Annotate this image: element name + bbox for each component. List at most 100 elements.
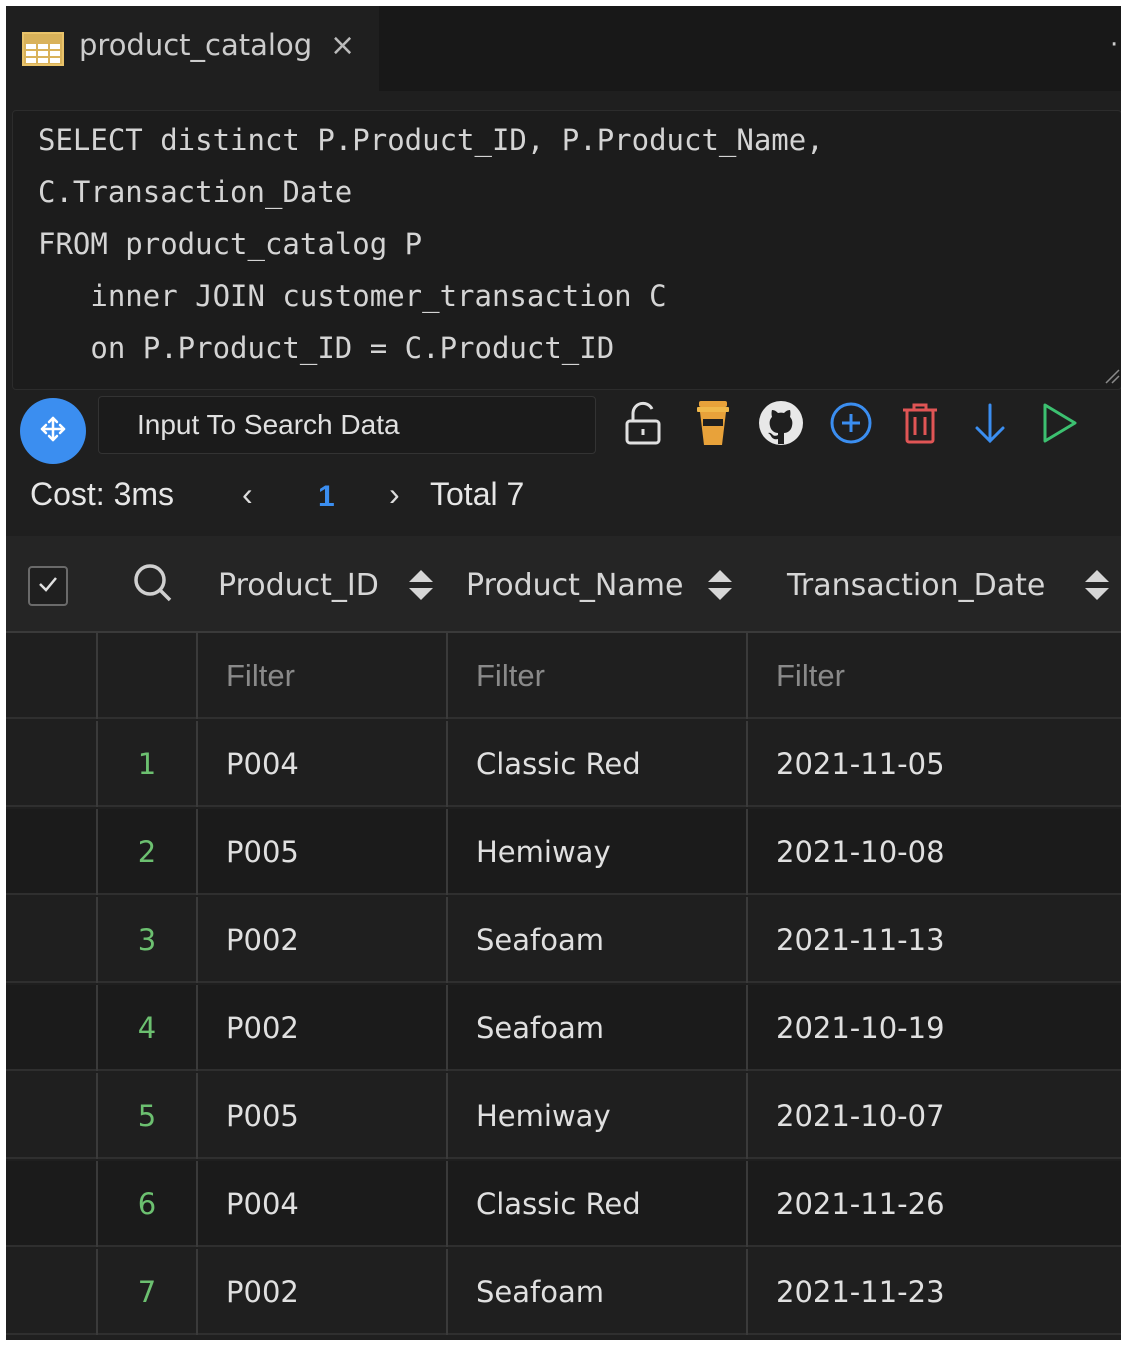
cell-product-id[interactable]: P005	[198, 809, 448, 895]
cell-product-id-text: P002	[226, 1275, 299, 1309]
sort-icon[interactable]	[1083, 568, 1111, 606]
move-button[interactable]	[20, 398, 86, 464]
sql-line: FROM product_catalog P	[38, 227, 423, 261]
github-button[interactable]	[756, 400, 806, 450]
table-row[interactable]: 3 P002 Seafoam 2021-11-13	[6, 897, 1121, 983]
filter-cell	[748, 633, 1121, 719]
cell-transaction-date-text: 2021-11-05	[776, 747, 945, 781]
unlock-icon	[623, 401, 663, 449]
cell-transaction-date-text: 2021-11-13	[776, 923, 945, 957]
cell-product-name-text: Hemiway	[476, 1099, 611, 1133]
cell-product-name[interactable]: Seafoam	[448, 897, 748, 983]
table-row[interactable]: 4 P002 Seafoam 2021-10-19	[6, 985, 1121, 1071]
filter-input-product-name[interactable]	[476, 633, 746, 719]
cell-product-name[interactable]: Classic Red	[448, 1161, 748, 1247]
cell-product-name[interactable]: Classic Red	[448, 721, 748, 807]
column-header-product-id[interactable]: Product_ID	[218, 568, 379, 603]
cell-product-name[interactable]: Hemiway	[448, 1073, 748, 1159]
coffee-icon	[695, 399, 731, 451]
cell-transaction-date-text: 2021-11-23	[776, 1275, 945, 1309]
cell-transaction-date[interactable]: 2021-10-07	[748, 1073, 1121, 1159]
cell-product-name[interactable]: Seafoam	[448, 985, 748, 1071]
query-cost: Cost: 3ms	[30, 476, 175, 512]
filter-input-transaction-date[interactable]	[776, 633, 1121, 719]
next-page-button[interactable]: ›	[389, 476, 400, 513]
table-row[interactable]: 1 P004 Classic Red 2021-11-05	[6, 721, 1121, 807]
sql-line: on P.Product_ID = C.Product_ID	[38, 331, 615, 365]
sql-line: SELECT distinct P.Product_ID, P.Product_…	[38, 123, 824, 157]
row-index[interactable]: 4	[98, 985, 198, 1071]
more-icon[interactable]: ·	[1110, 30, 1118, 60]
cell-transaction-date[interactable]: 2021-10-08	[748, 809, 1121, 895]
column-header-transaction-date[interactable]: Transaction_Date	[787, 568, 1045, 603]
column-header-product-name[interactable]: Product_Name	[466, 568, 683, 603]
row-index[interactable]: 3	[98, 897, 198, 983]
download-arrow-icon	[972, 401, 1008, 449]
tab-bar: product_catalog × ·	[6, 6, 1121, 91]
sort-icon[interactable]	[706, 568, 734, 606]
search-input[interactable]	[99, 397, 595, 453]
cell-transaction-date-text: 2021-10-08	[776, 835, 945, 869]
row-index[interactable]: 6	[98, 1161, 198, 1247]
row-gutter	[6, 1073, 98, 1159]
table-row[interactable]: 5 P005 Hemiway 2021-10-07	[6, 1073, 1121, 1159]
search-box	[98, 396, 596, 454]
sql-editor[interactable]: SELECT distinct P.Product_ID, P.Product_…	[12, 110, 1121, 390]
add-button[interactable]	[826, 400, 876, 450]
coffee-button[interactable]	[688, 400, 738, 450]
cell-transaction-date[interactable]: 2021-11-23	[748, 1249, 1121, 1335]
cell-product-id[interactable]: P002	[198, 985, 448, 1071]
table-row[interactable]: 6 P004 Classic Red 2021-11-26	[6, 1161, 1121, 1247]
table-row[interactable]: 2 P005 Hemiway 2021-10-08	[6, 809, 1121, 895]
cell-product-id[interactable]: P005	[198, 1073, 448, 1159]
cell-product-id-text: P002	[226, 923, 299, 957]
cell-product-name-text: Classic Red	[476, 1187, 641, 1221]
export-button[interactable]	[965, 400, 1015, 450]
row-index[interactable]: 2	[98, 809, 198, 895]
select-all-checkbox[interactable]	[28, 566, 68, 606]
cell-product-name[interactable]: Hemiway	[448, 809, 748, 895]
cell-product-id[interactable]: P002	[198, 897, 448, 983]
cell-product-name-text: Seafoam	[476, 923, 604, 957]
cell-product-id[interactable]: P004	[198, 721, 448, 807]
cell-product-name-text: Hemiway	[476, 835, 611, 869]
cell-product-name-text: Seafoam	[476, 1011, 604, 1045]
cell-product-id-text: P002	[226, 1011, 299, 1045]
current-page[interactable]: 1	[318, 480, 335, 514]
prev-page-button[interactable]: ‹	[242, 476, 253, 513]
cell-product-id-text: P004	[226, 747, 299, 781]
row-gutter	[6, 1249, 98, 1335]
table-row[interactable]: 7 P002 Seafoam 2021-11-23	[6, 1249, 1121, 1335]
row-gutter	[6, 1161, 98, 1247]
cell-transaction-date[interactable]: 2021-11-13	[748, 897, 1121, 983]
cell-product-id[interactable]: P004	[198, 1161, 448, 1247]
tab-product-catalog[interactable]: product_catalog ×	[6, 6, 379, 91]
checkmark-icon	[37, 575, 59, 597]
sql-line: inner JOIN customer_transaction C	[38, 279, 667, 313]
search-icon[interactable]	[132, 562, 174, 608]
cell-transaction-date[interactable]: 2021-10-19	[748, 985, 1121, 1071]
move-icon	[38, 414, 68, 448]
sql-result-panel: product_catalog × · SELECT distinct P.Pr…	[6, 6, 1121, 1340]
cell-transaction-date[interactable]: 2021-11-26	[748, 1161, 1121, 1247]
cell-transaction-date-text: 2021-10-19	[776, 1011, 945, 1045]
resize-grip-icon[interactable]	[1102, 366, 1120, 388]
cell-product-name[interactable]: Seafoam	[448, 1249, 748, 1335]
filter-input-product-id[interactable]	[226, 633, 446, 719]
sort-icon[interactable]	[407, 568, 435, 606]
delete-button[interactable]	[895, 400, 945, 450]
tab-title: product_catalog	[79, 28, 313, 62]
cell-product-id[interactable]: P002	[198, 1249, 448, 1335]
close-icon[interactable]: ×	[330, 28, 355, 63]
run-play-icon	[1039, 401, 1079, 449]
row-index[interactable]: 7	[98, 1249, 198, 1335]
cell-transaction-date[interactable]: 2021-11-05	[748, 721, 1121, 807]
unlock-button[interactable]	[618, 400, 668, 450]
row-gutter	[6, 721, 98, 807]
cell-product-id-text: P005	[226, 835, 299, 869]
run-button[interactable]	[1034, 400, 1084, 450]
cell-transaction-date-text: 2021-10-07	[776, 1099, 945, 1133]
cell-product-id-text: P005	[226, 1099, 299, 1133]
row-index[interactable]: 5	[98, 1073, 198, 1159]
row-index[interactable]: 1	[98, 721, 198, 807]
